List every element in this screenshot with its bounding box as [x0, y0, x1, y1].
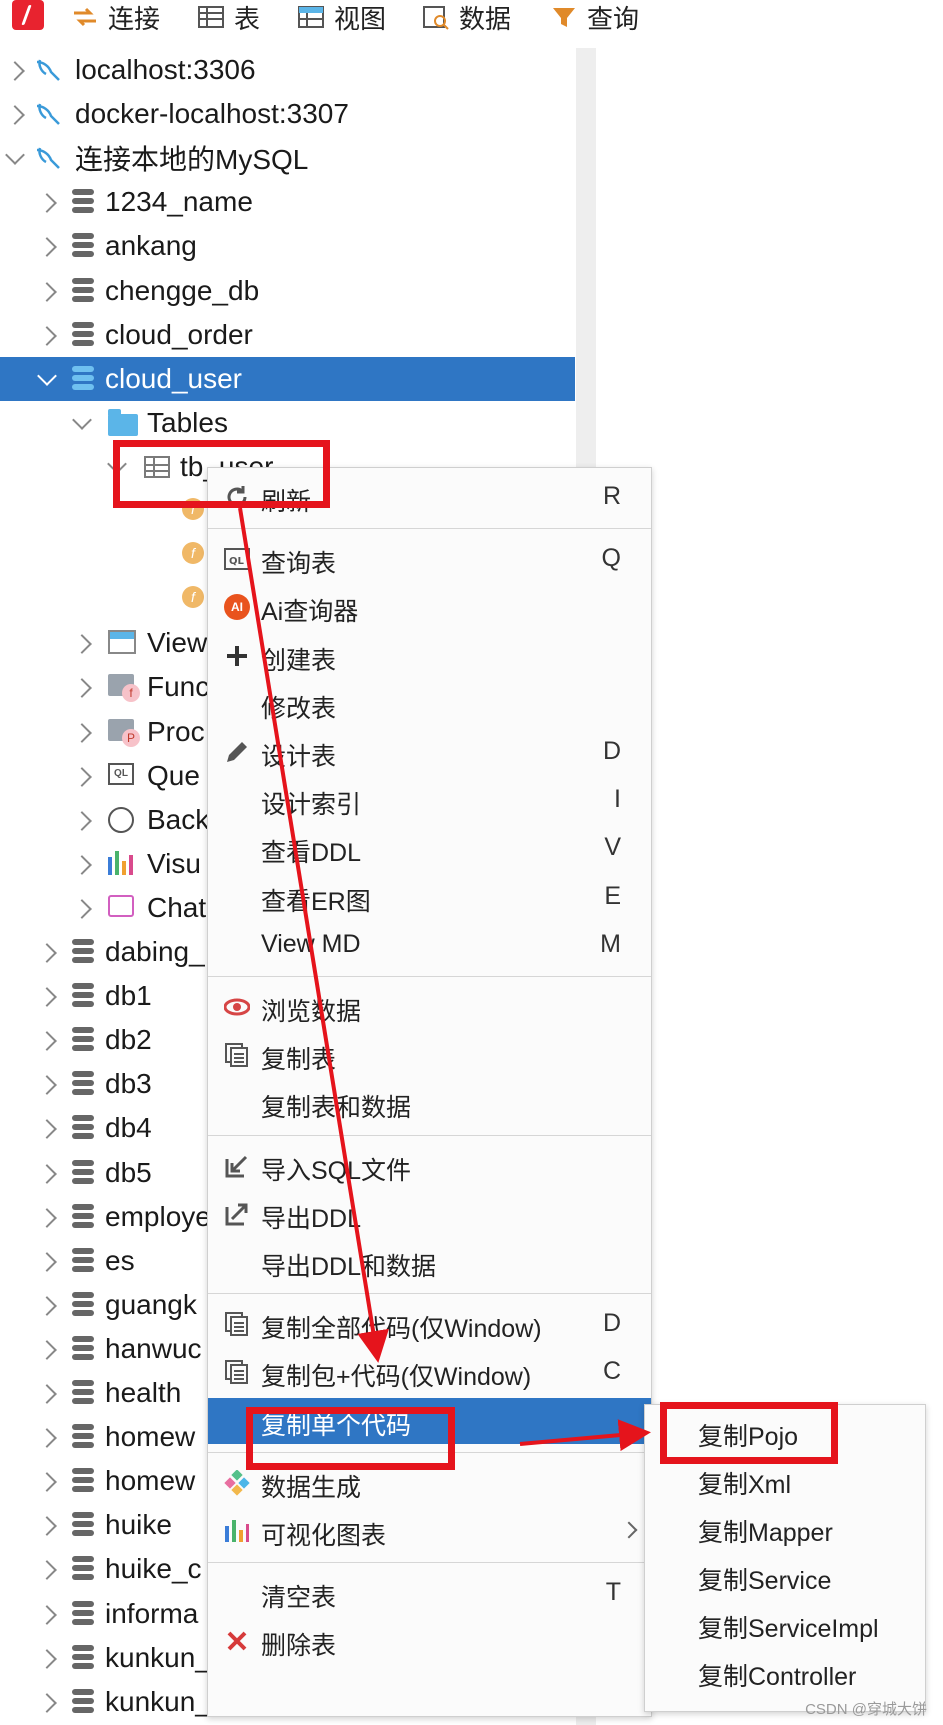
annotation-arrow-right — [519, 1419, 651, 1452]
watermark: CSDN @穿城大饼 — [805, 1701, 927, 1718]
annotation-arrows — [238, 507, 651, 1452]
annotation-arrow-down — [238, 507, 389, 1363]
